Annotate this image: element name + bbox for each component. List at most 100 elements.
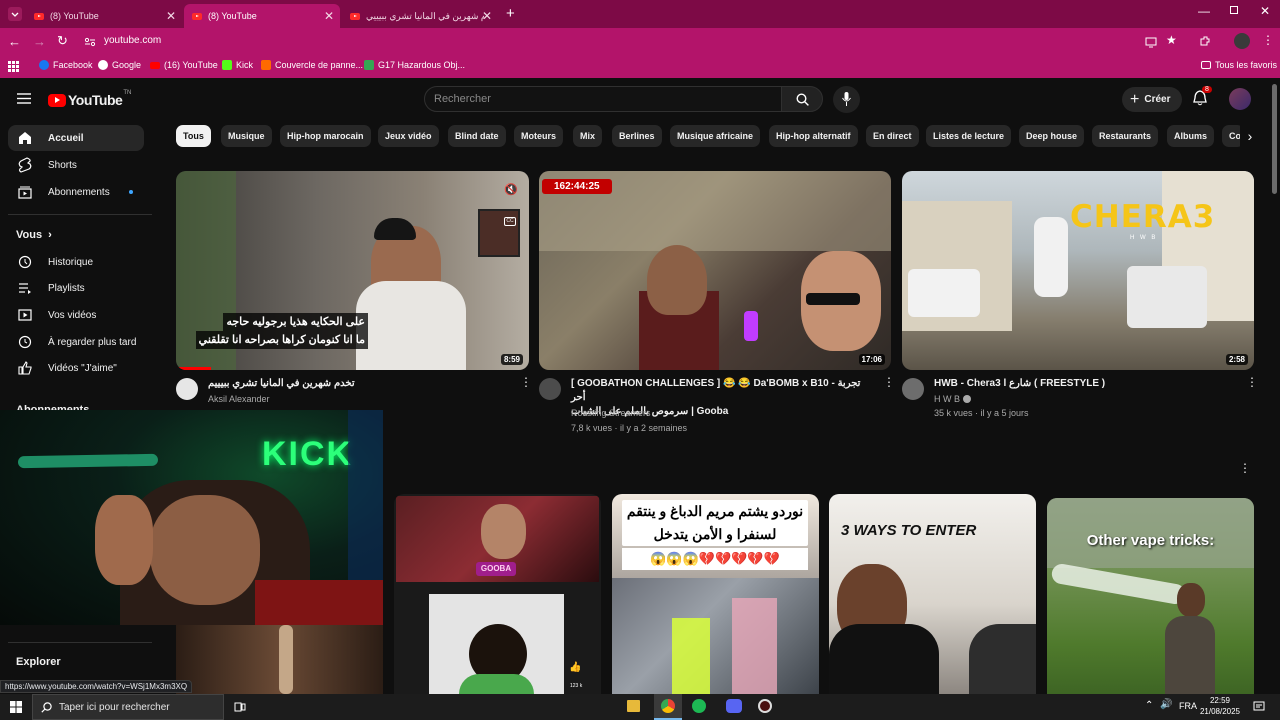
close-tab-icon[interactable]: ✕ (482, 9, 492, 23)
video-title-3[interactable]: HWB - Chera3 l شارع ( FREESTYLE ) (934, 377, 1234, 391)
bookmark-star-icon[interactable]: ★ (1166, 33, 1177, 47)
input-language[interactable]: FRA (1179, 701, 1197, 711)
chip-listes-de-lecture[interactable]: Listes de lecture (926, 125, 1012, 147)
close-tab-icon[interactable]: ✕ (166, 9, 176, 23)
tab-search-icon[interactable] (8, 7, 22, 21)
file-explorer-icon[interactable] (627, 700, 640, 712)
channel-avatar-2[interactable] (539, 378, 561, 400)
bookmark-kick[interactable]: Kick (222, 60, 253, 70)
new-tab-button[interactable]: + (506, 5, 515, 22)
hamburger-menu-icon[interactable] (17, 93, 31, 104)
video-channel-2[interactable]: Roasting Streamers (571, 406, 651, 420)
sidebar-item-shorts[interactable]: Shorts (8, 152, 144, 178)
sidebar-item-abonnements[interactable]: Abonnements (8, 179, 144, 205)
chip-restaurants[interactable]: Restaurants (1092, 125, 1159, 147)
omnibox[interactable]: youtube.com (78, 31, 1158, 53)
apps-grid-icon[interactable] (8, 61, 19, 72)
forward-icon[interactable]: → (33, 34, 46, 49)
tab-youtube-2[interactable]: (8) YouTube ✕ (184, 4, 340, 28)
taskbar-search-input[interactable]: Taper ici pour rechercher (32, 694, 224, 720)
short-thumbnail-4[interactable]: Other vape tricks: (1047, 498, 1254, 694)
sidebar-item-videos-jaime[interactable]: Vidéos "J'aime" (8, 355, 144, 381)
shorts-more-icon[interactable]: ⋮ (1239, 462, 1251, 474)
video-more-icon[interactable]: ⋮ (1246, 376, 1258, 388)
sidebar-you-header[interactable]: Vous › (16, 229, 52, 241)
tab-youtube-3[interactable]: تخدم شهرين في المانيا تشري ببيييي ✕ (342, 4, 498, 28)
channel-avatar-1[interactable] (176, 378, 198, 400)
close-window-button[interactable]: ✕ (1260, 4, 1270, 18)
task-view-icon[interactable] (234, 701, 246, 713)
picture-in-picture-stream[interactable]: KICK (0, 410, 383, 625)
discord-icon[interactable] (726, 699, 742, 713)
spotify-icon[interactable] (692, 699, 706, 713)
app-icon[interactable] (758, 699, 772, 713)
all-favorites[interactable]: Tous les favoris (1201, 60, 1277, 70)
browser-menu-icon[interactable]: ⋮ (1262, 33, 1274, 47)
chip-mix[interactable]: Mix (573, 125, 603, 147)
bookmark-google[interactable]: Google (98, 60, 141, 70)
video-more-icon[interactable]: ⋮ (883, 376, 895, 388)
notifications-button[interactable]: 8 (1193, 86, 1212, 111)
chip-berlines[interactable]: Berlines (612, 125, 662, 147)
short-thumbnail-3[interactable]: 3 WAYS TO ENTER (829, 494, 1036, 694)
short-thumbnail-2[interactable]: نوردو يشتم مريم الدباغ و ينتقم لسنفرا و … (612, 494, 819, 694)
youtube-logo[interactable]: YouTube TN (48, 90, 131, 108)
bookmark-facebook[interactable]: Facebook (39, 60, 93, 70)
video-thumbnail-2[interactable]: 162:44:25 17:06 (539, 171, 891, 370)
video-more-icon[interactable]: ⋮ (520, 376, 532, 388)
tray-chevron-icon[interactable]: ⌃ (1145, 700, 1153, 711)
channel-avatar-3[interactable] (902, 378, 924, 400)
chip-deep-house[interactable]: Deep house (1019, 125, 1085, 147)
reload-icon[interactable]: ↻ (57, 33, 68, 49)
search-input[interactable]: Rechercher (424, 86, 782, 112)
taskbar-chrome-active[interactable] (654, 694, 682, 720)
sidebar-item-vos-videos[interactable]: Vos vidéos (8, 302, 144, 328)
video-thumbnail-1[interactable]: على الحكايه هذيا برجوليه حاجه ما انا كنو… (176, 171, 529, 370)
chip-moteurs[interactable]: Moteurs (514, 125, 564, 147)
chip-musique[interactable]: Musique (221, 125, 272, 147)
mute-icon[interactable]: 🔇 (504, 183, 518, 196)
cast-icon[interactable] (1145, 36, 1157, 48)
tab-youtube-1[interactable]: (8) YouTube ✕ (26, 4, 182, 28)
minimize-button[interactable]: — (1198, 4, 1210, 18)
chip-blind-date[interactable]: Blind date (448, 125, 506, 147)
back-icon[interactable]: ← (8, 34, 21, 49)
chip-tous[interactable]: Tous (176, 125, 211, 147)
video-channel-1[interactable]: Aksil Alexander (208, 392, 270, 406)
bookmark-couvercle[interactable]: Couvercle de panne... (261, 60, 363, 70)
search-button[interactable] (781, 86, 823, 112)
sidebar-item-historique[interactable]: Historique (8, 249, 144, 275)
chip-hip-hop-marocain[interactable]: Hip-hop marocain (280, 125, 371, 147)
short-thumbnail-1[interactable]: GOOBA 👍 123 k (394, 494, 601, 694)
page-scrollbar[interactable] (1272, 84, 1277, 194)
video-thumbnail-3[interactable]: CHERA3 H W B 2:58 (902, 171, 1254, 370)
voice-search-button[interactable] (833, 86, 860, 113)
youtube-favicon-icon (34, 12, 44, 20)
short-like-icon[interactable]: 👍 (569, 662, 581, 673)
account-avatar[interactable] (1229, 88, 1251, 110)
chip-albums[interactable]: Albums (1167, 125, 1215, 147)
sidebar-item-accueil[interactable]: Accueil (8, 125, 144, 151)
bookmark-youtube[interactable]: (16) YouTube (150, 60, 218, 70)
create-button[interactable]: + Créer (1122, 87, 1182, 112)
taskbar-clock[interactable]: 22:59 21/08/2025 (1199, 695, 1241, 717)
profile-avatar[interactable] (1234, 33, 1250, 49)
windows-start-icon[interactable] (10, 701, 22, 713)
chip-en-direct[interactable]: En direct (866, 125, 919, 147)
chip-jeux-video[interactable]: Jeux vidéo (378, 125, 439, 147)
notification-center-icon[interactable] (1253, 701, 1265, 713)
sidebar-item-playlists[interactable]: Playlists (8, 275, 144, 301)
extensions-icon[interactable] (1199, 35, 1211, 47)
chips-next-arrow-icon[interactable]: › (1240, 125, 1260, 147)
restore-button[interactable] (1230, 6, 1238, 14)
bookmark-g17[interactable]: G17 Hazardous Obj... (364, 60, 465, 70)
volume-icon[interactable]: 🔊 (1160, 699, 1172, 710)
sidebar-item-a-regarder-plus-tard[interactable]: À regarder plus tard (8, 329, 144, 355)
video-title-1[interactable]: تخدم شهرين في المانيا تشري ببيييم (208, 377, 508, 391)
close-tab-icon[interactable]: ✕ (324, 9, 334, 23)
chip-hip-hop-alternatif[interactable]: Hip-hop alternatif (769, 125, 858, 147)
captions-icon[interactable]: CC (504, 217, 516, 226)
video-channel-3[interactable]: H W B (934, 392, 971, 406)
site-info-icon[interactable] (84, 36, 96, 48)
chip-musique-africaine[interactable]: Musique africaine (670, 125, 761, 147)
